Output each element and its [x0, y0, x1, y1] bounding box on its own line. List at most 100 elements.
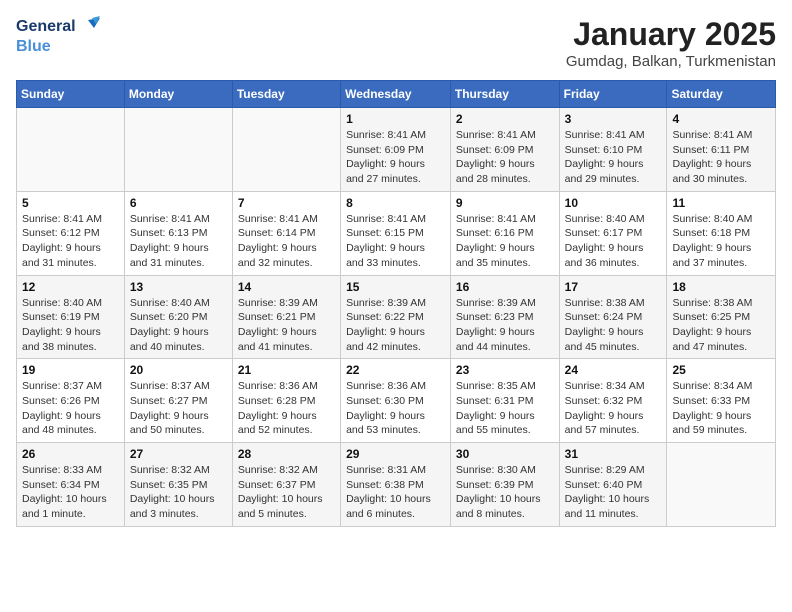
day-number: 21 — [238, 363, 335, 377]
day-cell: 17 Sunrise: 8:38 AM Sunset: 6:24 PM Dayli… — [559, 275, 667, 359]
day-info: Sunrise: 8:39 AM Sunset: 6:22 PM Dayligh… — [346, 296, 445, 355]
day-info: Sunrise: 8:40 AM Sunset: 6:20 PM Dayligh… — [130, 296, 227, 355]
day-cell: 1 Sunrise: 8:41 AM Sunset: 6:09 PM Daylig… — [341, 108, 451, 192]
day-info: Sunrise: 8:40 AM Sunset: 6:18 PM Dayligh… — [672, 212, 770, 271]
day-cell: 12 Sunrise: 8:40 AM Sunset: 6:19 PM Dayli… — [17, 275, 125, 359]
week-row-4: 19 Sunrise: 8:37 AM Sunset: 6:26 PM Dayli… — [17, 359, 776, 443]
weekday-header-row: SundayMondayTuesdayWednesdayThursdayFrid… — [17, 81, 776, 108]
day-info: Sunrise: 8:39 AM Sunset: 6:23 PM Dayligh… — [456, 296, 554, 355]
day-cell — [667, 443, 776, 527]
day-number: 12 — [22, 280, 119, 294]
logo: General Blue — [16, 16, 100, 56]
week-row-3: 12 Sunrise: 8:40 AM Sunset: 6:19 PM Dayli… — [17, 275, 776, 359]
location: Gumdag, Balkan, Turkmenistan — [566, 53, 776, 70]
week-row-1: 1 Sunrise: 8:41 AM Sunset: 6:09 PM Daylig… — [17, 108, 776, 192]
day-number: 3 — [565, 112, 662, 126]
day-info: Sunrise: 8:36 AM Sunset: 6:30 PM Dayligh… — [346, 379, 445, 438]
day-number: 4 — [672, 112, 770, 126]
weekday-header-sunday: Sunday — [17, 81, 125, 108]
day-cell: 29Sunrise: 8:31 AM Sunset: 6:38 PM Dayli… — [341, 443, 451, 527]
day-info: Sunrise: 8:32 AM Sunset: 6:37 PM Dayligh… — [238, 463, 335, 522]
day-info: Sunrise: 8:35 AM Sunset: 6:31 PM Dayligh… — [456, 379, 554, 438]
week-row-2: 5 Sunrise: 8:41 AM Sunset: 6:12 PM Daylig… — [17, 191, 776, 275]
day-cell: 4 Sunrise: 8:41 AM Sunset: 6:11 PM Daylig… — [667, 108, 776, 192]
day-cell: 7 Sunrise: 8:41 AM Sunset: 6:14 PM Daylig… — [232, 191, 340, 275]
day-number: 19 — [22, 363, 119, 377]
day-info: Sunrise: 8:37 AM Sunset: 6:26 PM Dayligh… — [22, 379, 119, 438]
day-cell — [124, 108, 232, 192]
weekday-header-friday: Friday — [559, 81, 667, 108]
day-number: 25 — [672, 363, 770, 377]
day-info: Sunrise: 8:41 AM Sunset: 6:16 PM Dayligh… — [456, 212, 554, 271]
day-cell: 22 Sunrise: 8:36 AM Sunset: 6:30 PM Dayli… — [341, 359, 451, 443]
day-info: Sunrise: 8:37 AM Sunset: 6:27 PM Dayligh… — [130, 379, 227, 438]
day-cell: 11 Sunrise: 8:40 AM Sunset: 6:18 PM Dayli… — [667, 191, 776, 275]
day-number: 8 — [346, 196, 445, 210]
logo-text-blue: Blue — [16, 38, 100, 56]
day-info: Sunrise: 8:38 AM Sunset: 6:24 PM Dayligh… — [565, 296, 662, 355]
page-header: General Blue January 2025 Gumdag, Balkan… — [16, 16, 776, 70]
calendar: SundayMondayTuesdayWednesdayThursdayFrid… — [16, 80, 776, 527]
day-cell: 15 Sunrise: 8:39 AM Sunset: 6:22 PM Dayli… — [341, 275, 451, 359]
day-cell: 13 Sunrise: 8:40 AM Sunset: 6:20 PM Dayli… — [124, 275, 232, 359]
day-number: 15 — [346, 280, 445, 294]
day-info: Sunrise: 8:38 AM Sunset: 6:25 PM Dayligh… — [672, 296, 770, 355]
day-number: 5 — [22, 196, 119, 210]
weekday-header-monday: Monday — [124, 81, 232, 108]
day-info: Sunrise: 8:33 AM Sunset: 6:34 PM Dayligh… — [22, 463, 119, 522]
day-cell: 16Sunrise: 8:39 AM Sunset: 6:23 PM Dayli… — [450, 275, 559, 359]
day-number: 6 — [130, 196, 227, 210]
day-info: Sunrise: 8:41 AM Sunset: 6:14 PM Dayligh… — [238, 212, 335, 271]
day-number: 28 — [238, 447, 335, 461]
day-info: Sunrise: 8:39 AM Sunset: 6:21 PM Dayligh… — [238, 296, 335, 355]
day-cell: 6Sunrise: 8:41 AM Sunset: 6:13 PM Daylig… — [124, 191, 232, 275]
day-info: Sunrise: 8:34 AM Sunset: 6:33 PM Dayligh… — [672, 379, 770, 438]
day-number: 9 — [456, 196, 554, 210]
day-number: 2 — [456, 112, 554, 126]
day-number: 14 — [238, 280, 335, 294]
day-info: Sunrise: 8:41 AM Sunset: 6:09 PM Dayligh… — [456, 128, 554, 187]
day-cell: 28 Sunrise: 8:32 AM Sunset: 6:37 PM Dayli… — [232, 443, 340, 527]
month-title: January 2025 — [566, 16, 776, 53]
day-number: 23 — [456, 363, 554, 377]
day-info: Sunrise: 8:41 AM Sunset: 6:12 PM Dayligh… — [22, 212, 119, 271]
day-cell: 26 Sunrise: 8:33 AM Sunset: 6:34 PM Dayli… — [17, 443, 125, 527]
day-number: 11 — [672, 196, 770, 210]
day-info: Sunrise: 8:34 AM Sunset: 6:32 PM Dayligh… — [565, 379, 662, 438]
day-info: Sunrise: 8:41 AM Sunset: 6:11 PM Dayligh… — [672, 128, 770, 187]
day-number: 10 — [565, 196, 662, 210]
day-number: 7 — [238, 196, 335, 210]
day-info: Sunrise: 8:40 AM Sunset: 6:17 PM Dayligh… — [565, 212, 662, 271]
day-cell: 10 Sunrise: 8:40 AM Sunset: 6:17 PM Dayli… — [559, 191, 667, 275]
weekday-header-wednesday: Wednesday — [341, 81, 451, 108]
day-info: Sunrise: 8:29 AM Sunset: 6:40 PM Dayligh… — [565, 463, 662, 522]
day-cell: 23 Sunrise: 8:35 AM Sunset: 6:31 PM Dayli… — [450, 359, 559, 443]
day-info: Sunrise: 8:40 AM Sunset: 6:19 PM Dayligh… — [22, 296, 119, 355]
day-number: 27 — [130, 447, 227, 461]
weekday-header-tuesday: Tuesday — [232, 81, 340, 108]
day-cell: 3 Sunrise: 8:41 AM Sunset: 6:10 PM Daylig… — [559, 108, 667, 192]
day-info: Sunrise: 8:32 AM Sunset: 6:35 PM Dayligh… — [130, 463, 227, 522]
day-cell: 9 Sunrise: 8:41 AM Sunset: 6:16 PM Daylig… — [450, 191, 559, 275]
day-cell: 31 Sunrise: 8:29 AM Sunset: 6:40 PM Dayli… — [559, 443, 667, 527]
day-number: 22 — [346, 363, 445, 377]
day-number: 1 — [346, 112, 445, 126]
logo-bird-icon — [78, 16, 100, 38]
day-number: 31 — [565, 447, 662, 461]
day-info: Sunrise: 8:41 AM Sunset: 6:10 PM Dayligh… — [565, 128, 662, 187]
day-info: Sunrise: 8:41 AM Sunset: 6:09 PM Dayligh… — [346, 128, 445, 187]
day-number: 17 — [565, 280, 662, 294]
day-info: Sunrise: 8:31 AM Sunset: 6:38 PM Dayligh… — [346, 463, 445, 522]
logo-text-general: General — [16, 18, 76, 36]
day-cell: 20Sunrise: 8:37 AM Sunset: 6:27 PM Dayli… — [124, 359, 232, 443]
day-number: 13 — [130, 280, 227, 294]
day-number: 24 — [565, 363, 662, 377]
day-cell: 19 Sunrise: 8:37 AM Sunset: 6:26 PM Dayli… — [17, 359, 125, 443]
day-info: Sunrise: 8:41 AM Sunset: 6:15 PM Dayligh… — [346, 212, 445, 271]
day-info: Sunrise: 8:36 AM Sunset: 6:28 PM Dayligh… — [238, 379, 335, 438]
day-number: 26 — [22, 447, 119, 461]
day-cell: 27 Sunrise: 8:32 AM Sunset: 6:35 PM Dayli… — [124, 443, 232, 527]
weekday-header-thursday: Thursday — [450, 81, 559, 108]
day-cell: 8 Sunrise: 8:41 AM Sunset: 6:15 PM Daylig… — [341, 191, 451, 275]
weekday-header-saturday: Saturday — [667, 81, 776, 108]
